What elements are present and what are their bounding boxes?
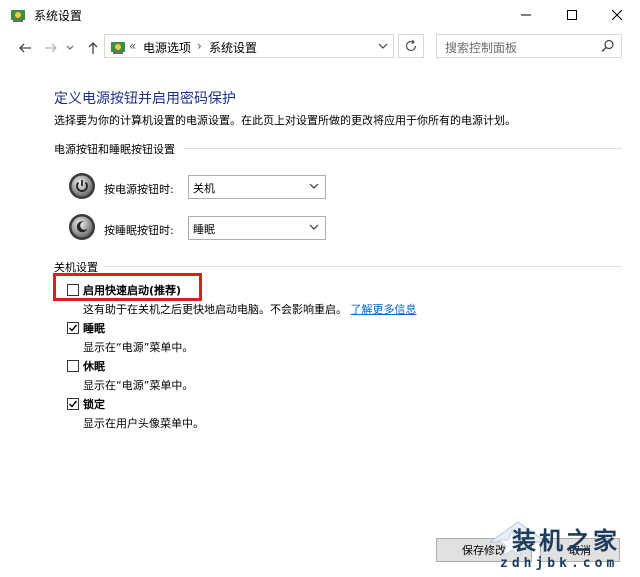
maximize-button[interactable] (549, 0, 595, 30)
address-bar[interactable]: « 电源选项 › 系统设置 (104, 34, 394, 58)
page-description: 选择要为你的计算机设置的电源设置。在此页上对设置所做的更改将应用于你所有的电源计… (54, 114, 516, 127)
chevron-down-icon (378, 43, 388, 49)
control-panel-icon (11, 10, 25, 22)
address-dropdown-button[interactable] (376, 38, 390, 54)
fast-startup-desc-text: 这有助于在关机之后更快地启动电脑。不会影响重启。 (83, 303, 347, 316)
recent-locations-button[interactable] (64, 39, 76, 57)
control-panel-icon (111, 42, 125, 54)
window-title: 系统设置 (34, 9, 83, 23)
learn-more-link[interactable]: 了解更多信息 (351, 303, 417, 316)
watermark-text: 装机之家 (512, 526, 620, 555)
power-button-select[interactable]: 关机 (188, 175, 326, 199)
forward-button[interactable] (42, 39, 60, 57)
system-settings-window: 系统设置 « 电源选项 › 系统设置 搜索控制面板 定义电源按钮并启用密码保护 … (0, 0, 640, 577)
fast-startup-description: 这有助于在关机之后更快地启动电脑。不会影响重启。 了解更多信息 (83, 301, 417, 317)
chevron-down-icon (309, 183, 319, 189)
buttons-section-label: 电源按钮和睡眠按钮设置 (54, 143, 175, 156)
sleep-button-value: 睡眠 (193, 223, 215, 236)
close-icon (612, 10, 622, 20)
refresh-button[interactable] (398, 34, 424, 58)
hibernate-option-label[interactable]: 休眠 (83, 358, 105, 374)
arrow-left-icon (19, 43, 31, 53)
section-divider (104, 266, 622, 267)
breadcrumb-power-options[interactable]: 电源选项 (143, 39, 191, 56)
power-button-value: 关机 (193, 182, 215, 195)
sleep-checkbox[interactable] (67, 322, 79, 334)
up-button[interactable] (84, 39, 102, 57)
highlight-box (53, 273, 202, 301)
sleep-button-select[interactable]: 睡眠 (188, 216, 326, 240)
lock-option-label[interactable]: 锁定 (83, 396, 105, 412)
hibernate-option-description: 显示在“电源”菜单中。 (83, 379, 194, 392)
power-button-label: 按电源按钮时: (104, 183, 174, 196)
chevron-down-icon (309, 224, 319, 230)
sleep-button-label: 按睡眠按钮时: (104, 224, 174, 237)
checkmark-icon (69, 400, 78, 408)
search-box[interactable]: 搜索控制面板 (436, 34, 622, 58)
arrow-up-icon (88, 42, 98, 54)
chevron-down-icon (66, 45, 74, 50)
minimize-icon (521, 14, 531, 16)
power-button-icon (69, 173, 95, 199)
close-button[interactable] (594, 0, 640, 30)
refresh-icon (405, 39, 417, 52)
sleep-button-icon (69, 214, 95, 240)
search-icon[interactable] (601, 39, 615, 53)
minimize-button[interactable] (503, 0, 549, 30)
arrow-right-icon (45, 43, 57, 53)
lock-checkbox[interactable] (67, 398, 79, 410)
breadcrumb-separator: › (197, 39, 202, 53)
breadcrumb-system-settings[interactable]: 系统设置 (209, 39, 257, 56)
page-title: 定义电源按钮并启用密码保护 (54, 91, 236, 107)
breadcrumb-overflow[interactable]: « (129, 39, 136, 53)
checkmark-icon (69, 324, 78, 332)
hibernate-checkbox[interactable] (67, 360, 79, 372)
section-divider (184, 148, 622, 149)
lock-option-description: 显示在用户头像菜单中。 (83, 417, 204, 430)
title-bar: 系统设置 (0, 0, 640, 30)
watermark-url: zdhjbk.com (500, 556, 619, 571)
sleep-option-label[interactable]: 睡眠 (83, 320, 105, 336)
search-input[interactable]: 搜索控制面板 (445, 39, 517, 56)
back-button[interactable] (16, 39, 34, 57)
maximize-icon (567, 10, 577, 20)
sleep-option-description: 显示在“电源”菜单中。 (83, 341, 194, 354)
